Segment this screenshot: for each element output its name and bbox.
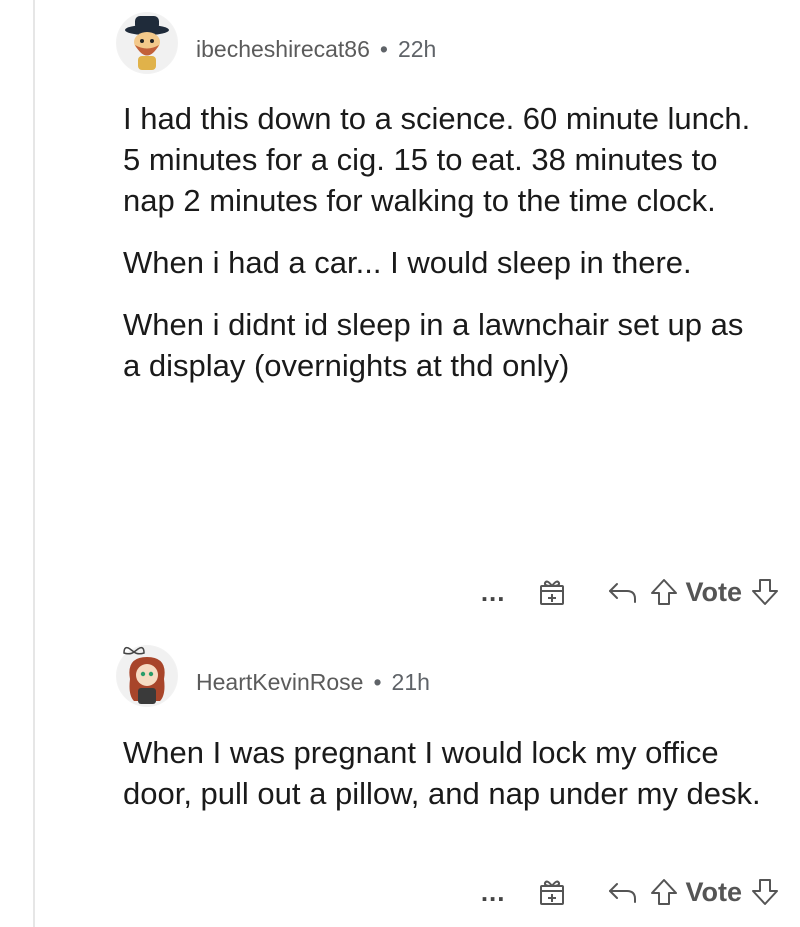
comment-paragraph: When i didnt id sleep in a lawnchair set… [123, 307, 744, 383]
timestamp: 22h [397, 36, 437, 62]
comment-actions: ... Vote [481, 572, 780, 612]
meta-separator: • [379, 36, 388, 62]
username[interactable]: HeartKevinRose [196, 669, 363, 695]
comment-paragraph: When i had a car... I would sleep in the… [123, 245, 692, 280]
meta-separator: • [373, 669, 382, 695]
downvote-icon[interactable] [750, 577, 780, 607]
timestamp: 21h [391, 669, 430, 695]
thread-line[interactable] [33, 0, 35, 927]
comment-paragraph: I had this down to a science. 60 minute … [123, 101, 751, 218]
award-icon[interactable] [537, 877, 567, 907]
more-options-icon[interactable]: ... [481, 877, 506, 908]
comment-body: When I was pregnant I would lock my offi… [123, 732, 763, 835]
vote-label: Vote [685, 576, 742, 607]
comment-body: I had this down to a science. 60 minute … [123, 98, 763, 407]
comment-actions: ... Vote [481, 872, 780, 912]
more-options-icon[interactable]: ... [481, 577, 506, 608]
comment-paragraph: When I was pregnant I would lock my offi… [123, 735, 761, 811]
avatar[interactable] [116, 645, 178, 707]
avatar[interactable] [116, 12, 178, 74]
reply-icon[interactable] [605, 579, 639, 605]
reply-icon[interactable] [605, 879, 639, 905]
downvote-icon[interactable] [750, 877, 780, 907]
upvote-icon[interactable] [649, 877, 679, 907]
username[interactable]: ibecheshirecat86 [196, 36, 370, 62]
vote-label: Vote [685, 876, 742, 907]
upvote-icon[interactable] [649, 577, 679, 607]
comment-meta: HeartKevinRose • 21h [196, 669, 430, 696]
comment-meta: ibecheshirecat86 • 22h [196, 36, 436, 63]
award-icon[interactable] [537, 577, 567, 607]
